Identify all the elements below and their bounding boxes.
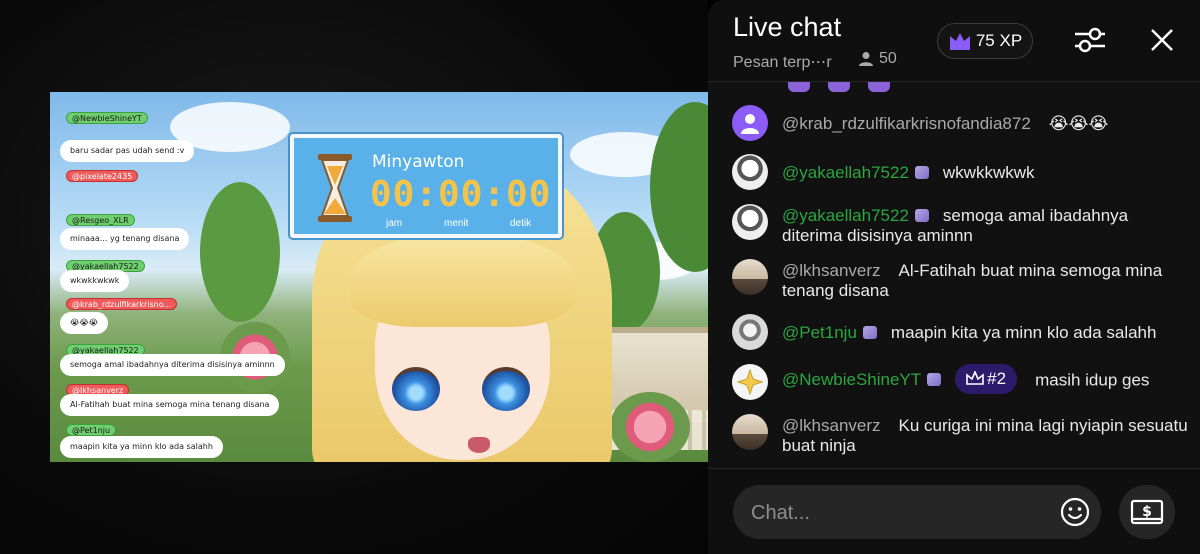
chat-author[interactable]: @lkhsanverz [782, 416, 881, 435]
chat-text: 😭😭😭 [1048, 114, 1109, 133]
overlay-chat-message: baru sadar pas udah send :v [60, 140, 195, 162]
close-chat-button[interactable] [1142, 20, 1182, 60]
chat-text: wkwkkwkwk [942, 163, 1035, 182]
countdown-timer: Minyawton 00:00:00 jam menit detik [290, 134, 562, 238]
viewer-count-value: 50 [879, 50, 897, 67]
super-chat-icon: $ [1130, 499, 1164, 525]
viewer-count: 50 [858, 50, 897, 68]
overlay-chat-message: Al-Fatihah buat mina semoga mina tenang … [60, 394, 280, 416]
chat-message-body: @Pet1nju maapin kita ya minn klo ada sala… [782, 323, 1192, 343]
svg-text:$: $ [1142, 504, 1152, 520]
avatar[interactable] [732, 204, 768, 240]
crown-icon [966, 371, 984, 385]
chat-message-body: @NewbieShineYT #2 masih idup ges [782, 364, 1192, 396]
chat-header: Live chat Pesan terp⋯r 50 75 XP [708, 0, 1200, 82]
member-badge-icon [914, 166, 929, 179]
overlay-chat-name: @Pet1nju [66, 424, 117, 436]
avatar[interactable] [732, 414, 768, 450]
chat-input-placeholder: Chat... [751, 502, 810, 524]
rank-label: #2 [987, 369, 1007, 388]
chat-message-body: @lkhsanverz Al-Fatihah buat mina semoga m… [782, 261, 1192, 301]
emote-strip [788, 82, 890, 92]
timer-title: Minyawton [372, 152, 465, 172]
chat-text: maapin kita ya minn klo ada salahh [890, 323, 1157, 342]
person-icon [741, 114, 759, 134]
person-icon [859, 52, 873, 66]
overlay-chat-message: semoga amal ibadahnya diterima disisinya… [60, 354, 285, 376]
timer-digits: 00:00:00 [370, 174, 552, 215]
chat-settings-button[interactable] [1070, 20, 1110, 60]
timer-label-minutes: menit [444, 218, 469, 229]
chat-author[interactable]: @krab_rdzulfikarkrisnofandia872 [782, 114, 1031, 133]
chat-mode-selector[interactable]: Pesan terp⋯r [733, 52, 832, 72]
stream-video[interactable]: Minyawton 00:00:00 jam menit detik @Newb… [50, 92, 708, 462]
xp-label: 75 XP [975, 31, 1023, 50]
overlay-chat-message: minaaa... yg tenang disana [60, 228, 190, 250]
chat-message-list[interactable]: @krab_rdzulfikarkrisnofandia872 😭😭😭 @yaka… [708, 82, 1200, 468]
chat-author[interactable]: @NewbieShineYT [782, 370, 921, 389]
sliders-icon [1075, 27, 1105, 53]
chat-title: Live chat [733, 12, 842, 42]
rank-badge[interactable]: #2 [955, 364, 1018, 394]
stream-chat-overlay: @NewbieShineYT baru sadar pas udah send … [50, 92, 285, 462]
character-eye [482, 367, 530, 411]
overlay-chat-message: wkwkkwkwk [60, 270, 130, 292]
chat-author[interactable]: @yakaellah7522 [782, 206, 909, 225]
close-icon [1151, 29, 1173, 51]
character-mouth [468, 437, 490, 453]
emoji-icon[interactable] [1059, 496, 1091, 528]
avatar[interactable] [732, 154, 768, 190]
chat-message-body: @yakaellah7522 semoga amal ibadahnya dite… [782, 206, 1192, 246]
hourglass-icon [318, 154, 352, 222]
avatar[interactable] [732, 105, 768, 141]
overlay-chat-name: @pixelate2435 [66, 170, 139, 182]
flower-bush [610, 392, 690, 462]
overlay-chat-name: @NewbieShineYT [66, 112, 148, 124]
super-chat-button[interactable]: $ [1119, 485, 1175, 539]
overlay-chat-name: @krab_rdzulfikarkrisno... [66, 298, 178, 310]
timer-label-seconds: detik [510, 218, 532, 229]
avatar[interactable] [732, 314, 768, 350]
overlay-chat-message: maapin kita ya minn klo ada salahh [60, 436, 223, 458]
crown-icon [949, 33, 970, 50]
chat-input[interactable]: Chat... [733, 485, 1101, 539]
character-eye [392, 367, 440, 411]
timer-label-hours: jam [386, 218, 403, 229]
chat-author[interactable]: @lkhsanverz [782, 261, 881, 280]
sparkle-icon [737, 369, 763, 395]
character-bangs [350, 232, 575, 327]
chat-author[interactable]: @Pet1nju [782, 323, 857, 342]
avatar[interactable] [732, 259, 768, 295]
xp-button[interactable]: 75 XP [937, 23, 1033, 59]
chat-message-body: @krab_rdzulfikarkrisnofandia872 😭😭😭 [782, 114, 1192, 134]
overlay-chat-message: 😭😭😭 [60, 312, 109, 334]
video-player[interactable]: Minyawton 00:00:00 jam menit detik @Newb… [0, 0, 708, 554]
member-badge-icon [914, 209, 929, 222]
member-badge-icon [927, 373, 942, 387]
live-chat-panel: Live chat Pesan terp⋯r 50 75 XP @krab_rd… [708, 0, 1200, 554]
overlay-chat-name: @Resgeo_XLR [66, 214, 135, 226]
chat-author[interactable]: @yakaellah7522 [782, 163, 909, 182]
chat-footer: Chat... $ [708, 468, 1200, 554]
chat-message-body: @yakaellah7522 wkwkkwkwk [782, 163, 1192, 183]
chat-text: masih idup ges [1035, 370, 1150, 390]
avatar[interactable] [732, 364, 768, 400]
chat-message-body: @lkhsanverz Ku curiga ini mina lagi nyiap… [782, 416, 1192, 456]
member-badge-icon [862, 326, 877, 339]
